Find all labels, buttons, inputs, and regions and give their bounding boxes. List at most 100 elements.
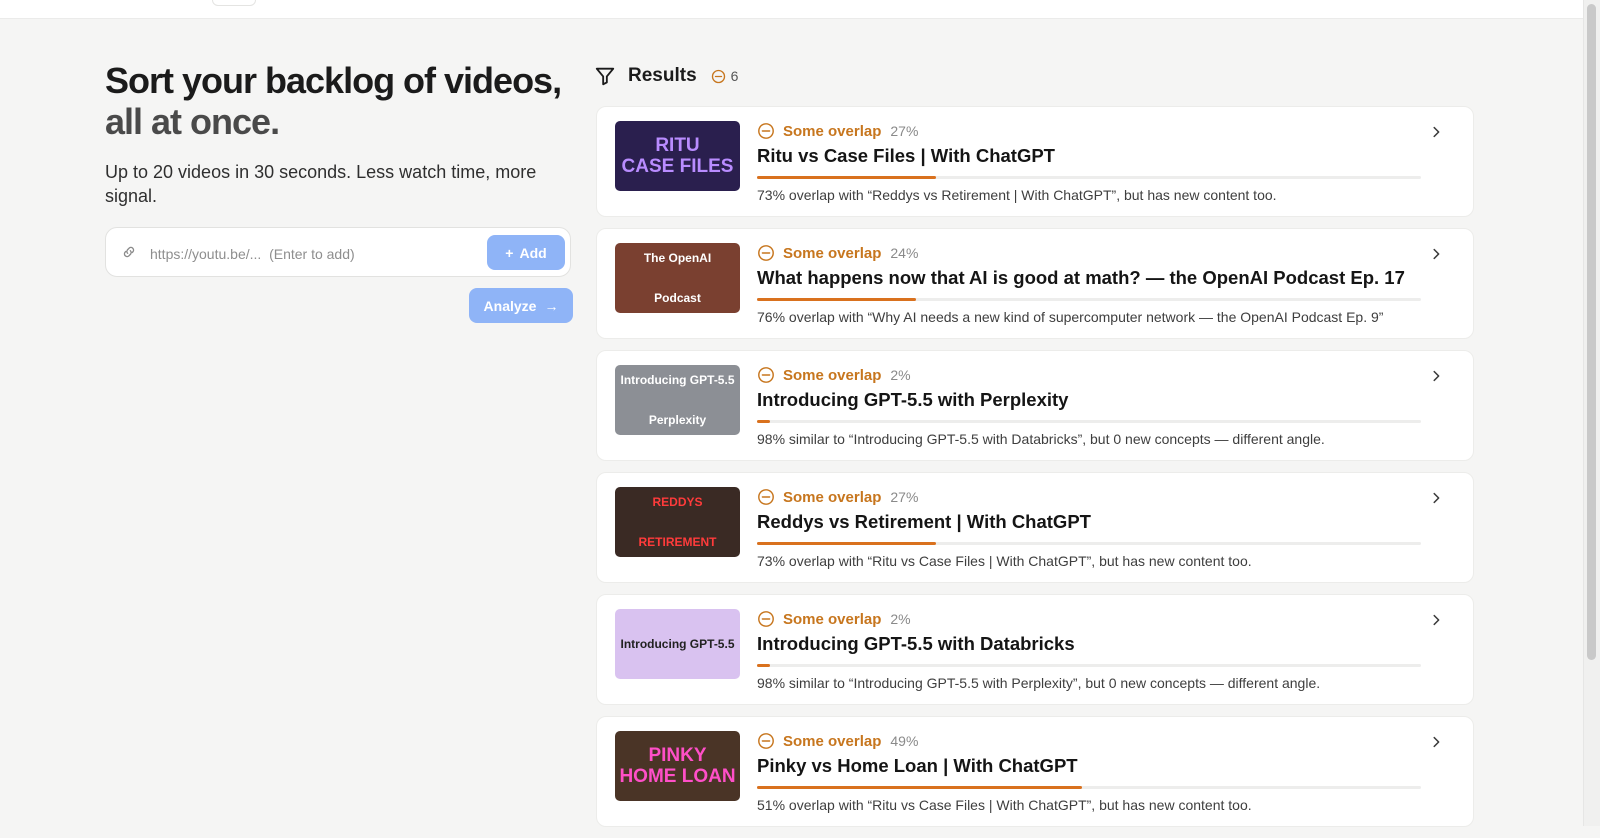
overlap-status: Some overlap bbox=[783, 732, 882, 750]
page-scrollbar[interactable] bbox=[1583, 0, 1600, 826]
overlap-badge: Some overlap 24% bbox=[757, 243, 918, 263]
overlap-bar-fill bbox=[757, 542, 937, 545]
overlap-bar bbox=[757, 786, 1421, 789]
chevron-right-icon[interactable] bbox=[1429, 247, 1443, 261]
result-card[interactable]: Introducing GPT-5.5 Perplexity Some overl… bbox=[596, 350, 1474, 461]
thumbnail-art: Introducing GPT-5.5 Perplexity bbox=[615, 365, 740, 435]
overlap-bar-fill bbox=[757, 664, 771, 667]
thumbnail-art: REDDYS RETIREMENT bbox=[615, 487, 740, 557]
overlap-bar bbox=[757, 664, 1421, 667]
top-bar-chip[interactable] bbox=[212, 0, 256, 6]
overlap-note: 73% overlap with “Ritu vs Case Files | W… bbox=[757, 553, 1252, 569]
result-card[interactable]: REDDYS RETIREMENT Some overlap 27% Reddys… bbox=[596, 472, 1474, 583]
overlap-note: 76% overlap with “Why AI needs a new kin… bbox=[757, 309, 1384, 325]
overlap-bar-fill bbox=[757, 420, 771, 423]
overlap-note: 73% overlap with “Reddys vs Retirement |… bbox=[757, 187, 1277, 203]
chevron-right-icon[interactable] bbox=[1429, 735, 1443, 749]
overlap-bar bbox=[757, 420, 1421, 423]
overlap-badge: Some overlap 49% bbox=[757, 731, 918, 751]
analyze-button[interactable]: Analyze → bbox=[469, 288, 573, 323]
page-title-line-1: Sort your backlog of videos, bbox=[105, 60, 562, 101]
results-header: Results 6 bbox=[594, 62, 738, 90]
video-thumbnail[interactable]: Introducing GPT-5.5 bbox=[615, 609, 740, 679]
overlap-badge: Some overlap 27% bbox=[757, 487, 918, 507]
thumbnail-text: CASE FILES bbox=[621, 156, 734, 177]
overlap-note: 98% similar to “Introducing GPT-5.5 with… bbox=[757, 675, 1321, 691]
url-input-box: + Add bbox=[105, 227, 571, 277]
thumbnail-text: RITU bbox=[655, 135, 700, 156]
overlap-percent: 2% bbox=[890, 611, 911, 627]
overlap-status: Some overlap bbox=[783, 244, 882, 262]
minus-circle-icon bbox=[758, 245, 774, 261]
thumbnail-art: RITU CASE FILES bbox=[615, 121, 740, 191]
results-title: Results bbox=[628, 65, 697, 86]
video-title[interactable]: Pinky vs Home Loan | With ChatGPT bbox=[757, 755, 1078, 777]
page-subtitle: Up to 20 videos in 30 seconds. Less watc… bbox=[105, 162, 537, 206]
analyze-button-label: Analyze bbox=[483, 297, 537, 314]
overlap-percent: 27% bbox=[890, 489, 919, 505]
thumbnail-text: PINKY bbox=[648, 745, 707, 766]
page-title-line-2: all at once. bbox=[105, 101, 280, 142]
video-thumbnail[interactable]: Introducing GPT-5.5 Perplexity bbox=[615, 365, 740, 435]
add-button[interactable]: + Add bbox=[487, 235, 565, 270]
overlap-note: 51% overlap with “Ritu vs Case Files | W… bbox=[757, 797, 1252, 813]
link-icon bbox=[123, 246, 135, 258]
chevron-right-icon[interactable] bbox=[1429, 491, 1443, 505]
thumbnail-art: Introducing GPT-5.5 bbox=[615, 609, 740, 679]
thumbnail-text: Perplexity bbox=[648, 413, 707, 427]
video-title[interactable]: Introducing GPT-5.5 with Databricks bbox=[757, 633, 1075, 655]
thumbnail-text: Podcast bbox=[654, 291, 701, 305]
page-title: Sort your backlog of videos, all at once… bbox=[105, 60, 575, 142]
result-card[interactable]: Introducing GPT-5.5 Some overlap 2% Intr… bbox=[596, 594, 1474, 705]
overlap-bar bbox=[757, 542, 1421, 545]
overlap-note: 98% similar to “Introducing GPT-5.5 with… bbox=[757, 431, 1325, 447]
arrow-right-icon: → bbox=[544, 297, 559, 314]
scrollbar-thumb[interactable] bbox=[1587, 4, 1596, 660]
overlap-percent: 24% bbox=[890, 245, 919, 261]
minus-circle-icon bbox=[758, 123, 774, 139]
overlap-bar-fill bbox=[757, 786, 1083, 789]
chevron-right-icon[interactable] bbox=[1429, 613, 1443, 627]
results-count: 6 bbox=[730, 68, 739, 84]
overlap-badge: Some overlap 2% bbox=[757, 609, 911, 629]
overlap-percent: 49% bbox=[890, 733, 919, 749]
video-thumbnail[interactable]: REDDYS RETIREMENT bbox=[615, 487, 740, 557]
result-card[interactable]: PINKY HOME LOAN Some overlap 49% Pinky vs… bbox=[596, 716, 1474, 827]
overlap-bar bbox=[757, 298, 1421, 301]
overlap-status: Some overlap bbox=[783, 610, 882, 628]
video-thumbnail[interactable]: The OpenAI Podcast bbox=[615, 243, 740, 313]
overlap-percent: 27% bbox=[890, 123, 919, 139]
result-card[interactable]: The OpenAI Podcast Some overlap 24% What … bbox=[596, 228, 1474, 339]
thumbnail-text: REDDYS bbox=[652, 495, 703, 509]
chevron-right-icon[interactable] bbox=[1429, 125, 1443, 139]
thumbnail-art: The OpenAI Podcast bbox=[615, 243, 740, 313]
overlap-badge: Some overlap 2% bbox=[757, 365, 911, 385]
plus-icon: + bbox=[505, 244, 514, 261]
minus-circle-icon bbox=[758, 489, 774, 505]
thumbnail-text: The OpenAI bbox=[643, 251, 712, 265]
add-button-label: Add bbox=[519, 244, 547, 261]
video-title[interactable]: Ritu vs Case Files | With ChatGPT bbox=[757, 145, 1055, 167]
minus-circle-icon bbox=[758, 733, 774, 749]
overlap-bar-fill bbox=[757, 176, 937, 179]
hero-section: Sort your backlog of videos, all at once… bbox=[105, 60, 575, 208]
video-title[interactable]: Introducing GPT-5.5 with Perplexity bbox=[757, 389, 1068, 411]
overlap-percent: 2% bbox=[890, 367, 911, 383]
thumbnail-text: RETIREMENT bbox=[638, 535, 717, 549]
url-input[interactable] bbox=[148, 240, 482, 268]
overlap-status: Some overlap bbox=[783, 122, 882, 140]
video-title[interactable]: What happens now that AI is good at math… bbox=[757, 267, 1405, 289]
video-thumbnail[interactable]: PINKY HOME LOAN bbox=[615, 731, 740, 801]
results-count-badge: 6 bbox=[711, 68, 739, 84]
filter-icon bbox=[595, 67, 615, 86]
chevron-right-icon[interactable] bbox=[1429, 369, 1443, 383]
result-card[interactable]: RITU CASE FILES Some overlap 27% Ritu vs … bbox=[596, 106, 1474, 217]
thumbnail-art: PINKY HOME LOAN bbox=[615, 731, 740, 801]
thumbnail-text: HOME LOAN bbox=[619, 766, 736, 787]
video-thumbnail[interactable]: RITU CASE FILES bbox=[615, 121, 740, 191]
overlap-bar bbox=[757, 176, 1421, 179]
thumbnail-text: Introducing GPT-5.5 bbox=[620, 637, 735, 651]
overlap-status: Some overlap bbox=[783, 366, 882, 384]
overlap-bar-fill bbox=[757, 298, 917, 301]
video-title[interactable]: Reddys vs Retirement | With ChatGPT bbox=[757, 511, 1091, 533]
